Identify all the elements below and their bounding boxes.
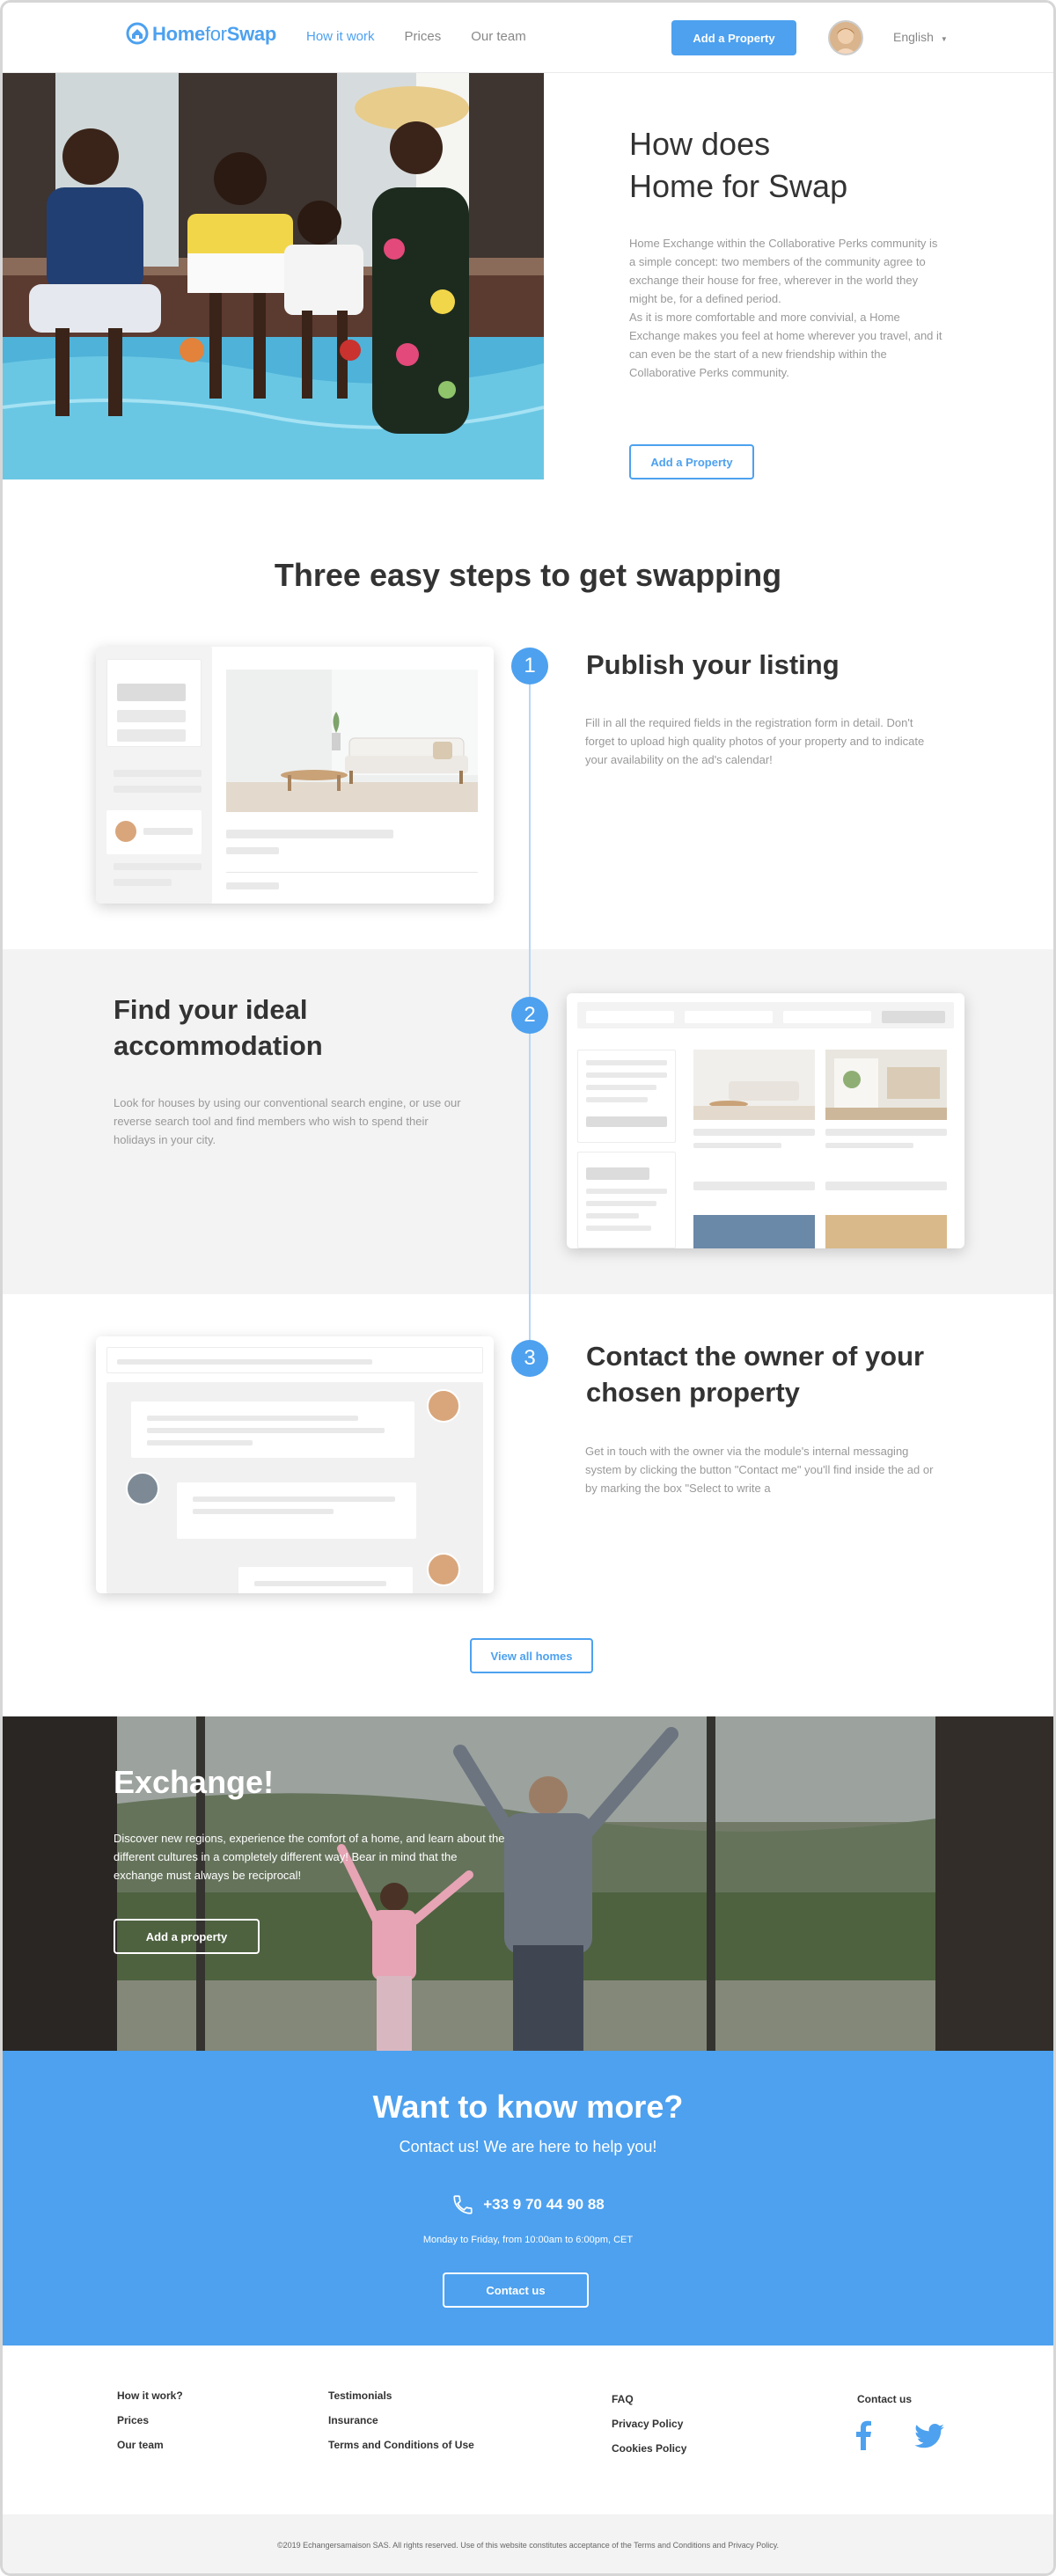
logo-for: for bbox=[204, 23, 227, 45]
logo[interactable]: HomeforSwap bbox=[126, 22, 276, 47]
add-property-button[interactable]: Add a Property bbox=[671, 20, 796, 55]
logo-home: Home bbox=[152, 23, 205, 45]
owner-avatar-2 bbox=[427, 1553, 460, 1586]
step-2-number: 2 bbox=[511, 997, 548, 1034]
steps-section-title: Three easy steps to get swapping bbox=[274, 557, 782, 593]
step-1-title: Publish your listing bbox=[586, 649, 840, 680]
hero-title: How does Home for Swap bbox=[629, 123, 946, 208]
step-3-title: Contact the owner of your chosen propert… bbox=[586, 1341, 925, 1408]
exchange-description: Discover new regions, experience the com… bbox=[114, 1832, 505, 1882]
footer-col-1: How it work? Prices Our team bbox=[117, 2383, 183, 2457]
step-2-screenshot bbox=[567, 993, 964, 1248]
listing-photo-1 bbox=[693, 1050, 815, 1120]
footer-link-terms[interactable]: Terms and Conditions of Use bbox=[328, 2433, 474, 2457]
footer-col-3: FAQ Privacy Policy Cookies Policy bbox=[612, 2387, 686, 2461]
owner-avatar bbox=[427, 1389, 460, 1423]
language-selector[interactable]: English ▼ bbox=[893, 30, 948, 44]
hero-title-line1: How does bbox=[629, 126, 771, 162]
hero-paragraph-1: Home Exchange within the Collaborative P… bbox=[629, 237, 938, 305]
nav-how-it-work[interactable]: How it work bbox=[306, 29, 375, 44]
chevron-down-icon: ▼ bbox=[940, 35, 948, 43]
contact-us-button[interactable]: Contact us bbox=[443, 2272, 589, 2308]
step-2-title: Find your ideal accommodation bbox=[114, 994, 323, 1061]
nav-our-team[interactable]: Our team bbox=[471, 29, 526, 44]
footer-col-2: Testimonials Insurance Terms and Conditi… bbox=[328, 2383, 474, 2457]
footer-link-cookies[interactable]: Cookies Policy bbox=[612, 2436, 686, 2461]
main-nav: How it work Prices Our team bbox=[306, 29, 526, 44]
phone-icon bbox=[453, 2195, 473, 2214]
footer-link-insurance[interactable]: Insurance bbox=[328, 2408, 474, 2433]
step-3-description: Get in touch with the owner via the modu… bbox=[585, 1445, 934, 1495]
step-1-description: Fill in all the required fields in the r… bbox=[585, 716, 925, 766]
page: HomeforSwap How it work Prices Our team … bbox=[0, 0, 1056, 2576]
listing-photo-4 bbox=[825, 1215, 947, 1248]
exchange-add-property-button[interactable]: Add a property bbox=[114, 1919, 260, 1954]
step-1-number: 1 bbox=[511, 648, 548, 684]
footer-link-prices[interactable]: Prices bbox=[117, 2408, 183, 2433]
footer-contact-label: Contact us bbox=[857, 2393, 913, 2405]
hero-description: Home Exchange within the Collaborative P… bbox=[629, 234, 946, 382]
contact-phone-number: +33 9 70 44 90 88 bbox=[483, 2196, 605, 2213]
twitter-icon[interactable] bbox=[914, 2424, 944, 2448]
footer-link-how-it-work[interactable]: How it work? bbox=[117, 2383, 183, 2408]
step-3-number: 3 bbox=[511, 1340, 548, 1377]
hero-title-line2: Home for Swap bbox=[629, 168, 848, 204]
footer-link-faq[interactable]: FAQ bbox=[612, 2387, 686, 2411]
site-header: HomeforSwap How it work Prices Our team … bbox=[3, 3, 1053, 73]
hero-image bbox=[3, 73, 544, 479]
view-all-homes-button[interactable]: View all homes bbox=[470, 1638, 593, 1673]
logo-swap: Swap bbox=[226, 23, 277, 45]
step-1-screenshot bbox=[96, 647, 494, 904]
facebook-icon[interactable] bbox=[853, 2420, 876, 2450]
hero-paragraph-2: As it is more comfortable and more convi… bbox=[629, 311, 942, 379]
step-2-description: Look for houses by using our conventiona… bbox=[114, 1096, 461, 1146]
hero-add-property-button[interactable]: Add a Property bbox=[629, 444, 754, 479]
copyright-text: ©2019 Echangersamaison SAS. All rights r… bbox=[276, 2541, 780, 2550]
contact-subtitle: Contact us! We are here to help you! bbox=[399, 2138, 657, 2155]
contact-title: Want to know more? bbox=[372, 2089, 684, 2125]
listing-photo-3 bbox=[693, 1215, 815, 1248]
exchange-title: Exchange! bbox=[114, 1764, 275, 1800]
living-room-photo bbox=[226, 670, 478, 812]
contact-phone[interactable]: +33 9 70 44 90 88 bbox=[3, 2193, 1053, 2216]
contact-hours: Monday to Friday, from 10:00am to 6:00pm… bbox=[422, 2235, 634, 2245]
home-logo-icon bbox=[126, 22, 149, 45]
language-label: English bbox=[893, 30, 934, 44]
avatar-image bbox=[830, 22, 862, 54]
footer-link-privacy[interactable]: Privacy Policy bbox=[612, 2411, 686, 2436]
nav-prices[interactable]: Prices bbox=[405, 29, 442, 44]
user-avatar-chat bbox=[126, 1472, 159, 1505]
footer-link-our-team[interactable]: Our team bbox=[117, 2433, 183, 2457]
footer-link-testimonials[interactable]: Testimonials bbox=[328, 2383, 474, 2408]
logo-text: HomeforSwap bbox=[152, 23, 276, 46]
user-avatar[interactable] bbox=[828, 20, 863, 55]
step-3-screenshot bbox=[96, 1336, 494, 1593]
listing-photo-2 bbox=[825, 1050, 947, 1120]
